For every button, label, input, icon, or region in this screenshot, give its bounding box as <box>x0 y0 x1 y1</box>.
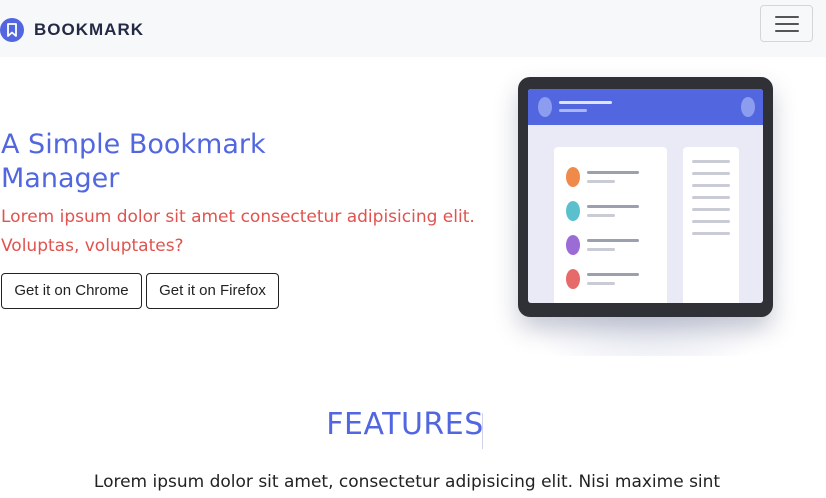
brand-name: BOOKMARK <box>34 20 144 39</box>
screen-header <box>528 89 763 125</box>
text-cursor <box>482 413 483 449</box>
bookmark-dot-icon <box>566 201 580 221</box>
features-heading: FEATURES <box>0 407 810 449</box>
brand[interactable]: BOOKMARK <box>0 18 144 42</box>
bookmark-dot-icon <box>566 167 580 187</box>
tablet-illustration <box>518 77 773 317</box>
features-description: Lorem ipsum dolor sit amet, consectetur … <box>93 472 721 492</box>
avatar-icon <box>741 97 755 117</box>
hero-title: A Simple Bookmark Manager <box>1 129 266 194</box>
get-firefox-button[interactable]: Get it on Firefox <box>146 273 279 309</box>
hero-subtitle: Lorem ipsum dolor sit amet consectetur a… <box>1 207 475 256</box>
get-chrome-button[interactable]: Get it on Chrome <box>1 273 142 309</box>
bookmark-dot-icon <box>566 269 580 289</box>
bookmark-list-card <box>554 147 667 303</box>
hamburger-menu-button[interactable] <box>760 5 813 42</box>
bookmark-icon <box>0 18 24 42</box>
bookmark-dot-icon <box>566 235 580 255</box>
hamburger-menu-icon <box>775 16 799 18</box>
side-panel-card <box>683 147 739 303</box>
navbar: BOOKMARK <box>0 0 826 57</box>
avatar-icon <box>538 97 552 117</box>
tablet-screen <box>528 89 763 303</box>
